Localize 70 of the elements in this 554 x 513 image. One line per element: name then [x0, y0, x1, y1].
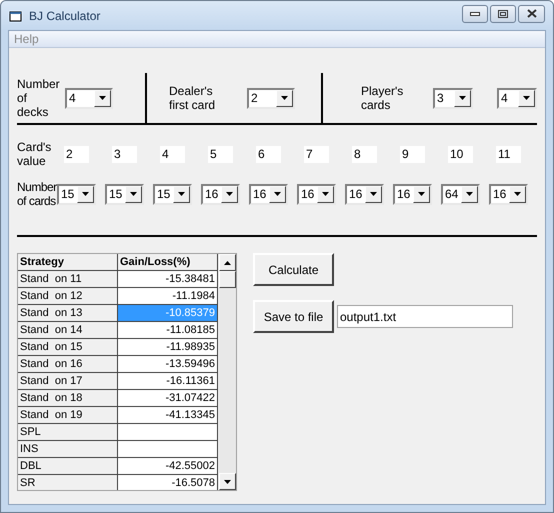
card-value-field: 7	[304, 146, 329, 162]
dropdown[interactable]: 4	[65, 88, 113, 108]
value-cell: -15.38481	[118, 271, 218, 287]
card-value-field: 11	[496, 146, 521, 162]
value-cell: -16.5078	[118, 475, 218, 490]
dropdown[interactable]: 16	[201, 184, 240, 204]
minimize-button[interactable]	[462, 4, 488, 22]
dropdown[interactable]: 15	[153, 184, 192, 204]
card-value-field: 10	[448, 146, 473, 162]
value-cell: -11.98935	[118, 339, 218, 355]
strategy-cell: Stand on 13	[18, 305, 118, 321]
close-button[interactable]	[518, 4, 545, 22]
strategy-cell: Stand on 19	[18, 407, 118, 423]
strategy-cell: Stand on 14	[18, 322, 118, 338]
column-header: Strategy	[18, 254, 118, 270]
scroll-thumb[interactable]	[219, 271, 236, 288]
strategy-cell: Stand on 11	[18, 271, 118, 287]
card-value-field: 2	[64, 146, 89, 162]
player-label: Player's cards	[361, 84, 404, 112]
strategy-cell: Stand on 12	[18, 288, 118, 304]
strategy-cell: Stand on 18	[18, 390, 118, 406]
dropdown[interactable]: 2	[247, 88, 295, 108]
strategy-cell: Stand on 16	[18, 356, 118, 372]
calculate-button[interactable]: Calculate	[253, 253, 334, 286]
dropdown[interactable]: 15	[57, 184, 96, 204]
strategy-cell: DBL	[18, 458, 118, 474]
value-cell: -41.13345	[118, 407, 218, 423]
dropdown[interactable]: 16	[489, 184, 528, 204]
card-count-label: Number of cards	[17, 180, 57, 208]
dropdown[interactable]: 15	[105, 184, 144, 204]
strategy-cell: SPL	[18, 424, 118, 440]
dropdown[interactable]: 16	[345, 184, 384, 204]
card-value-label: Card's value	[17, 140, 52, 168]
strategy-cell: Stand on 17	[18, 373, 118, 389]
dropdown[interactable]: 16	[249, 184, 288, 204]
card-value-field: 3	[112, 146, 137, 162]
decks-label: Number of decks	[17, 77, 61, 119]
maximize-button[interactable]	[490, 4, 516, 22]
value-cell: -11.08185	[118, 322, 218, 338]
dropdown[interactable]: 16	[393, 184, 432, 204]
value-cell: -10.85379	[118, 305, 218, 321]
value-cell: -13.59496	[118, 356, 218, 372]
strategy-cell: Stand on 15	[18, 339, 118, 355]
dropdown[interactable]: 3	[433, 88, 473, 108]
close-icon	[526, 9, 536, 18]
scroll-down-icon[interactable]	[219, 473, 236, 490]
dealer-label: Dealer's first card	[169, 84, 216, 112]
strategy-cell: INS	[18, 441, 118, 457]
value-cell: -42.55002	[118, 458, 218, 474]
card-value-field: 9	[400, 146, 425, 162]
scroll-up-icon[interactable]	[219, 254, 236, 271]
card-value-field: 5	[208, 146, 233, 162]
dropdown[interactable]: 4	[497, 88, 537, 108]
file-name-field[interactable]: output1.txt	[337, 305, 513, 328]
window-title: BJ Calculator	[29, 8, 100, 24]
strategy-cell: SR	[18, 475, 118, 490]
scrollbar[interactable]	[219, 254, 236, 490]
card-value-field: 4	[160, 146, 185, 162]
dropdown[interactable]: 16	[297, 184, 336, 204]
window-icon	[9, 10, 23, 22]
value-cell: -16.11361	[118, 373, 218, 389]
maximize-icon	[498, 10, 508, 18]
value-cell: -31.07422	[118, 390, 218, 406]
column-header: Gain/Loss(%)	[118, 254, 218, 270]
value-cell: -11.1984	[118, 288, 218, 304]
minimize-icon	[470, 12, 480, 16]
save-to-file-button[interactable]: Save to file	[253, 300, 334, 333]
dropdown[interactable]: 64	[441, 184, 480, 204]
card-value-field: 8	[352, 146, 377, 162]
card-value-field: 6	[256, 146, 281, 162]
